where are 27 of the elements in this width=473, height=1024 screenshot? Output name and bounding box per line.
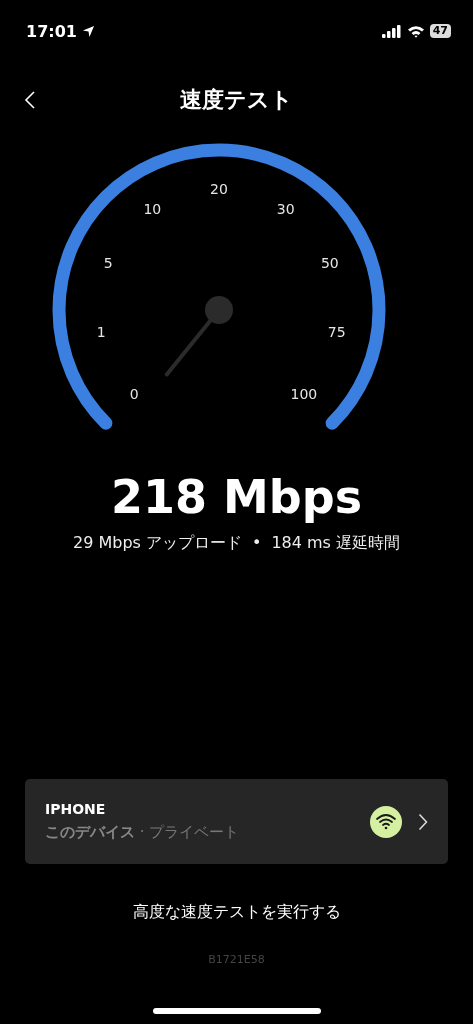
download-speed: 218 Mbps [110, 472, 362, 523]
status-time: 17:01 [26, 21, 77, 41]
gauge-tick-label: 75 [327, 324, 346, 341]
gauge-tick-label: 20 [210, 181, 228, 197]
wifi-icon [370, 805, 402, 838]
gauge-tick-label: 100 [290, 385, 318, 402]
battery-indicator: 47 [429, 24, 451, 38]
gauge-tick-label: 5 [103, 255, 113, 272]
gauge-tick-label: 1 [96, 324, 106, 341]
signal-icon [381, 24, 402, 38]
gauge-tick-label: 0 [129, 385, 139, 402]
location-arrow-icon [81, 24, 95, 38]
gauge-tick-label: 30 [276, 201, 295, 218]
back-button[interactable] [24, 90, 36, 110]
latency: 184 ms 遅延時間 [271, 532, 401, 554]
upload-speed: 29 Mbps アップロード [72, 532, 242, 554]
chevron-right-icon [418, 812, 428, 831]
device-card[interactable]: IPHONE このデバイス · プライベート [25, 779, 448, 864]
page-title: 速度テスト [180, 86, 293, 114]
gauge-tick-label: 10 [143, 201, 162, 218]
device-name: IPHONE [45, 801, 107, 817]
separator-dot: • [251, 532, 262, 554]
gauge-tick-label: 50 [320, 255, 339, 272]
advanced-test-link[interactable]: 高度な速度テストを実行する [128, 898, 345, 927]
device-subtitle: このデバイス · プライベート [45, 823, 241, 842]
wifi-icon [406, 24, 425, 38]
version-code: B1721E58 [208, 953, 265, 966]
